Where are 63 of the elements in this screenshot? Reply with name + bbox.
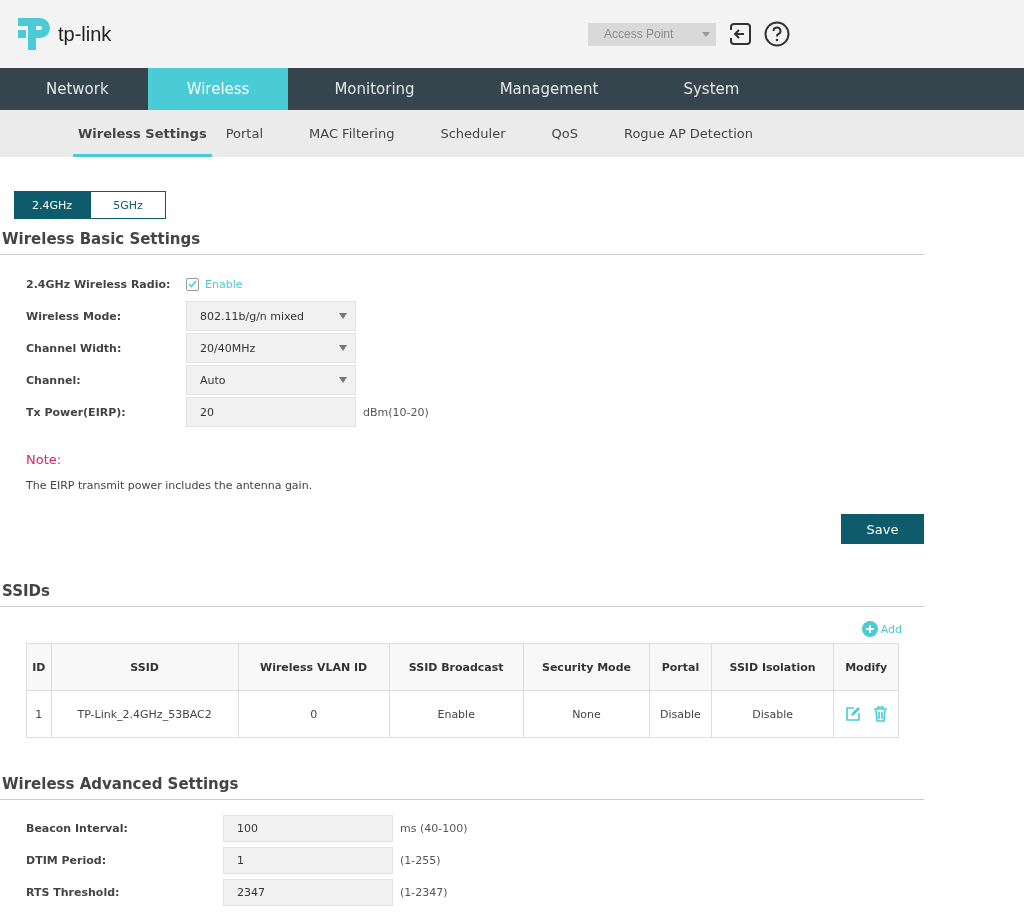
table-cell: 0 (238, 690, 390, 738)
field-label: Channel Width: (26, 341, 123, 355)
input-field[interactable]: 2347 (223, 878, 393, 906)
save-button[interactable]: Save (841, 514, 924, 544)
edit-icon[interactable] (844, 706, 861, 722)
section-title: Wireless Basic Settings (0, 230, 924, 255)
field-label: DTIM Period: (26, 853, 108, 867)
column-header: Wireless VLAN ID (238, 643, 390, 691)
section-title: Wireless Advanced Settings (0, 775, 924, 800)
trash-icon[interactable] (872, 706, 888, 722)
checkbox-label: Enable (205, 277, 243, 291)
select-field[interactable]: 802.11b/g/n mixed (186, 301, 356, 331)
unit-hint: ms (40-100) (400, 821, 468, 835)
field-label: RTS Threshold: (26, 885, 121, 899)
section-title: SSIDs (0, 582, 924, 607)
column-header: SSID Broadcast (389, 643, 524, 691)
table-cell: 1 (26, 690, 51, 738)
sub-tab[interactable]: Wireless Settings (73, 110, 212, 157)
column-header: Portal (649, 643, 712, 691)
column-header: Security Mode (523, 643, 650, 691)
unit-hint: (1-2347) (400, 885, 448, 899)
field-label: Tx Power(EIRP): (26, 405, 127, 419)
logo-text: tp-link (58, 22, 112, 46)
logout-icon[interactable] (728, 22, 752, 46)
column-header: SSID Isolation (711, 643, 834, 691)
unit-hint: dBm(10-20) (363, 405, 429, 419)
field-label: Channel: (26, 373, 82, 387)
nav-tab[interactable]: Network (0, 68, 148, 110)
band-tab[interactable]: 2.4GHz (14, 191, 90, 219)
input-field[interactable]: 100 (223, 814, 393, 842)
nav-tab[interactable]: Management (453, 68, 638, 110)
sub-tab[interactable]: Rogue AP Detection (623, 110, 773, 157)
sub-tab[interactable]: QoS (551, 110, 598, 157)
sub-tab[interactable]: MAC Filtering (309, 110, 415, 157)
table-cell: None (523, 690, 650, 738)
note-label: Note: (25, 451, 63, 467)
sub-tab[interactable]: Scheduler (440, 110, 526, 157)
input-field[interactable]: 1 (223, 846, 393, 874)
unit-hint: (1-255) (400, 853, 441, 867)
caret-icon (339, 377, 347, 383)
select-field[interactable]: Auto (186, 365, 356, 395)
column-header: ID (26, 643, 51, 691)
note-text: The EIRP transmit power includes the antenna gain. (25, 478, 314, 492)
sub-tab[interactable]: Portal (225, 110, 284, 157)
band-tab[interactable]: 5GHz (90, 191, 166, 219)
checkbox[interactable] (186, 277, 199, 291)
field-label: Beacon Interval: (26, 821, 129, 835)
field-label: Wireless Mode: (26, 309, 123, 323)
caret-icon (702, 31, 710, 37)
table-cell: Disable (649, 690, 712, 738)
table-cell: TP-Link_2.4GHz_53BAC2 (51, 690, 239, 738)
table-cell: Disable (711, 690, 834, 738)
select-field[interactable]: 20/40MHz (186, 333, 356, 363)
column-header: Modify (833, 643, 899, 691)
input-field[interactable]: 20 (186, 397, 356, 427)
field-label: 2.4GHz Wireless Radio: (26, 277, 172, 291)
table-cell: Enable (389, 690, 524, 738)
help-icon[interactable] (764, 21, 790, 47)
caret-icon (339, 313, 347, 319)
nav-tab[interactable]: System (637, 68, 779, 110)
column-header: SSID (51, 643, 239, 691)
caret-icon (339, 345, 347, 351)
nav-tab[interactable]: Monitoring (288, 68, 454, 110)
